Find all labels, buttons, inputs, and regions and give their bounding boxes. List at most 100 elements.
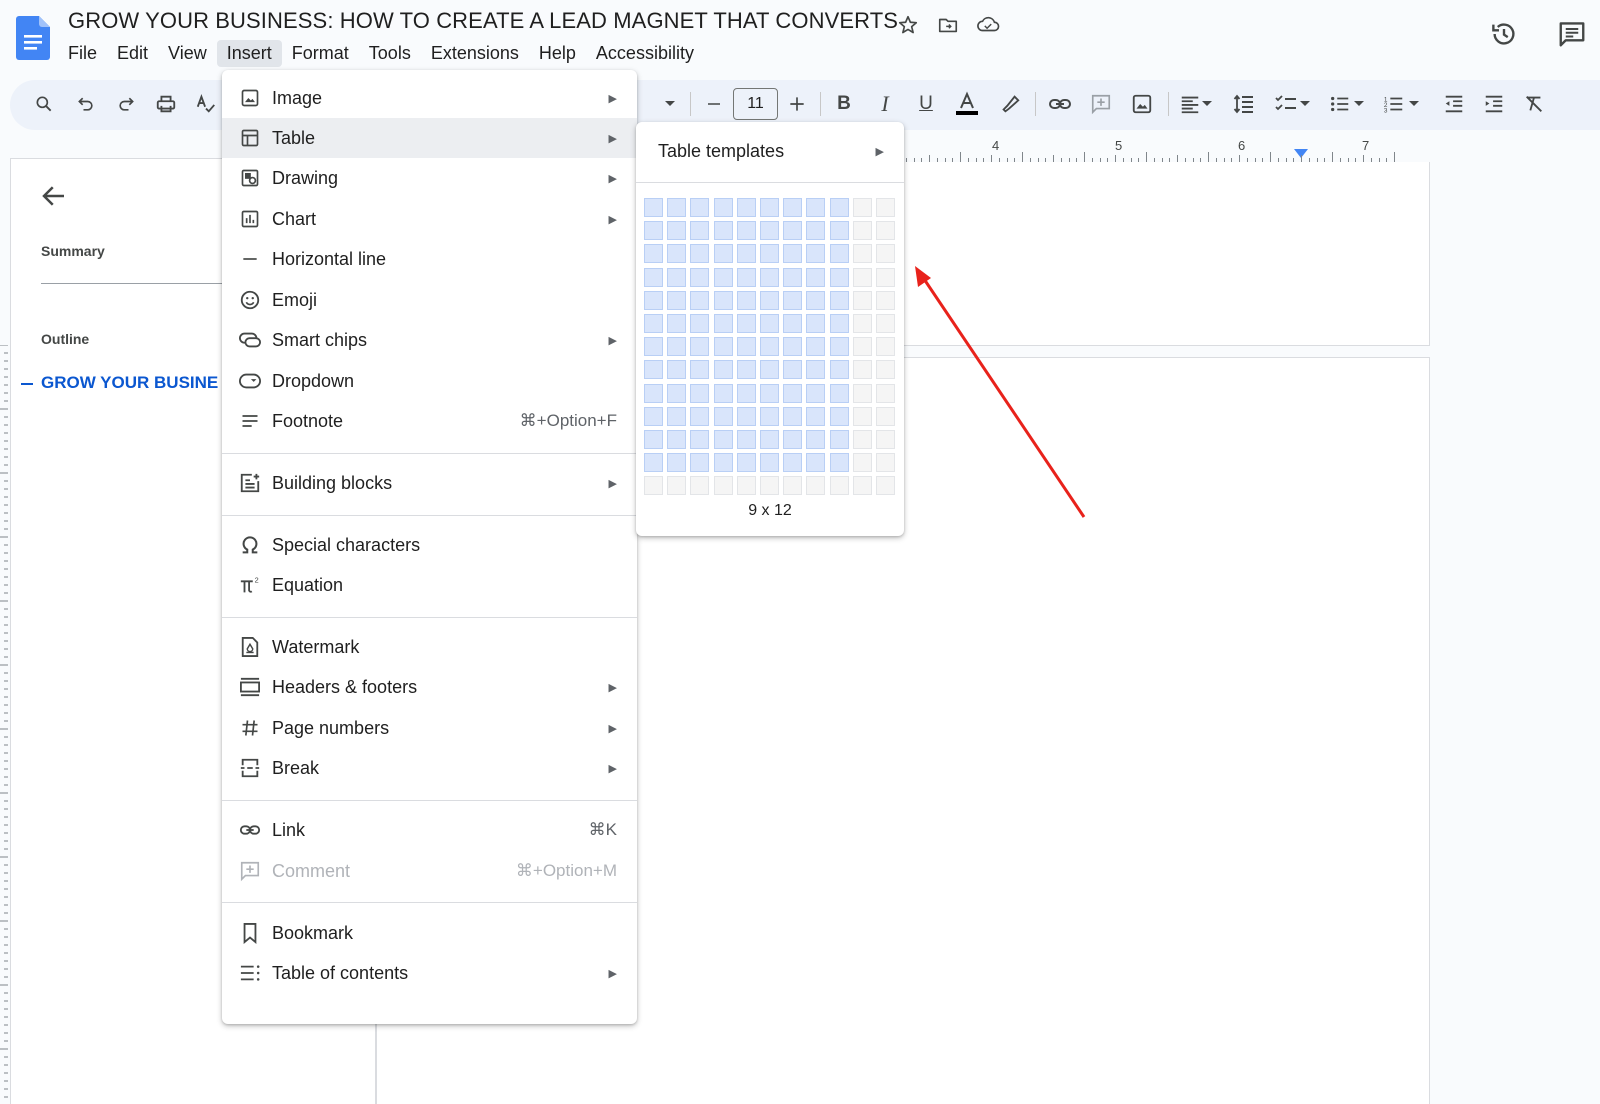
grid-cell-selected[interactable]: [829, 430, 849, 449]
grid-cell-selected[interactable]: [667, 430, 687, 449]
menu-item-link[interactable]: Link ⌘K: [222, 810, 637, 850]
font-size-input[interactable]: 11: [733, 88, 778, 120]
grid-cell[interactable]: [806, 476, 826, 496]
grid-cell[interactable]: [876, 337, 895, 357]
menu-item-footnote[interactable]: Footnote ⌘+Option+F: [222, 401, 637, 441]
back-arrow-icon[interactable]: [39, 181, 69, 211]
grid-cell-selected[interactable]: [783, 314, 803, 333]
grid-cell[interactable]: [876, 198, 895, 217]
grid-cell-selected[interactable]: [690, 360, 710, 380]
grid-cell-selected[interactable]: [690, 198, 710, 217]
menu-item-building-blocks[interactable]: Building blocks ▶: [222, 463, 637, 503]
grid-cell-selected[interactable]: [667, 337, 687, 357]
grid-cell-selected[interactable]: [644, 198, 663, 217]
grid-cell-selected[interactable]: [667, 267, 687, 287]
menu-format[interactable]: Format: [282, 40, 359, 67]
grid-cell-selected[interactable]: [806, 383, 826, 403]
checklist-caret-icon[interactable]: [1298, 90, 1312, 118]
grid-cell-selected[interactable]: [690, 314, 710, 333]
grid-cell[interactable]: [876, 221, 895, 241]
grid-cell-selected[interactable]: [644, 430, 663, 449]
grid-cell[interactable]: [736, 476, 756, 496]
increase-font-size-icon[interactable]: [783, 90, 811, 118]
grid-cell-selected[interactable]: [690, 337, 710, 357]
menu-item-dropdown[interactable]: Dropdown: [222, 361, 637, 401]
grid-cell-selected[interactable]: [806, 198, 826, 217]
grid-cell-selected[interactable]: [713, 430, 733, 449]
document-title[interactable]: GROW YOUR BUSINESS: HOW TO CREATE A LEAD…: [68, 8, 898, 34]
grid-cell-selected[interactable]: [783, 290, 803, 310]
menu-item-table[interactable]: Table ▶: [222, 118, 637, 158]
grid-cell-selected[interactable]: [713, 290, 733, 310]
grid-cell[interactable]: [852, 198, 872, 217]
insert-link-icon[interactable]: [1046, 90, 1074, 118]
grid-cell-selected[interactable]: [760, 430, 779, 449]
menu-edit[interactable]: Edit: [107, 40, 158, 67]
grid-cell-selected[interactable]: [644, 406, 663, 426]
grid-cell-selected[interactable]: [690, 383, 710, 403]
grid-cell-selected[interactable]: [829, 244, 849, 264]
font-dropdown-caret-icon[interactable]: [656, 90, 684, 118]
menu-item-emoji[interactable]: Emoji: [222, 280, 637, 320]
grid-cell-selected[interactable]: [690, 267, 710, 287]
grid-cell-selected[interactable]: [829, 290, 849, 310]
grid-cell-selected[interactable]: [806, 453, 826, 473]
grid-cell-selected[interactable]: [829, 314, 849, 333]
grid-cell-selected[interactable]: [736, 337, 756, 357]
grid-cell-selected[interactable]: [736, 430, 756, 449]
grid-cell-selected[interactable]: [760, 406, 779, 426]
grid-cell-selected[interactable]: [736, 244, 756, 264]
grid-cell[interactable]: [829, 476, 849, 496]
spellcheck-icon[interactable]: [192, 90, 220, 118]
menu-accessibility[interactable]: Accessibility: [586, 40, 704, 67]
align-caret-icon[interactable]: [1200, 90, 1214, 118]
menu-item-chart[interactable]: Chart ▶: [222, 199, 637, 239]
add-comment-icon[interactable]: [1087, 90, 1115, 118]
bulleted-list-caret-icon[interactable]: [1352, 90, 1366, 118]
grid-cell-selected[interactable]: [783, 360, 803, 380]
grid-cell[interactable]: [713, 476, 733, 496]
grid-cell-selected[interactable]: [667, 244, 687, 264]
grid-cell-selected[interactable]: [783, 267, 803, 287]
grid-cell-selected[interactable]: [690, 221, 710, 241]
grid-cell[interactable]: [852, 337, 872, 357]
grid-cell-selected[interactable]: [667, 314, 687, 333]
decrease-font-size-icon[interactable]: [700, 90, 728, 118]
grid-cell-selected[interactable]: [806, 406, 826, 426]
menu-extensions[interactable]: Extensions: [421, 40, 529, 67]
checklist-icon[interactable]: [1272, 90, 1300, 118]
grid-cell[interactable]: [852, 430, 872, 449]
grid-cell[interactable]: [876, 267, 895, 287]
grid-cell[interactable]: [876, 476, 895, 496]
version-history-icon[interactable]: [1488, 18, 1520, 50]
grid-cell-selected[interactable]: [690, 453, 710, 473]
grid-cell-selected[interactable]: [829, 198, 849, 217]
grid-cell-selected[interactable]: [806, 360, 826, 380]
grid-cell-selected[interactable]: [736, 314, 756, 333]
grid-cell-selected[interactable]: [644, 453, 663, 473]
docs-logo-icon[interactable]: [16, 16, 50, 60]
grid-cell-selected[interactable]: [760, 221, 779, 241]
bulleted-list-icon[interactable]: [1326, 90, 1354, 118]
search-menus-icon[interactable]: [30, 90, 58, 118]
grid-cell-selected[interactable]: [783, 221, 803, 241]
grid-cell-selected[interactable]: [806, 337, 826, 357]
grid-cell-selected[interactable]: [690, 406, 710, 426]
grid-cell-selected[interactable]: [829, 453, 849, 473]
document-page[interactable]: [895, 162, 1430, 346]
grid-cell[interactable]: [852, 383, 872, 403]
grid-cell[interactable]: [852, 314, 872, 333]
grid-cell-selected[interactable]: [644, 267, 663, 287]
increase-indent-icon[interactable]: [1480, 90, 1508, 118]
menu-item-image[interactable]: Image ▶: [222, 78, 637, 118]
grid-cell-selected[interactable]: [667, 360, 687, 380]
grid-cell-selected[interactable]: [760, 244, 779, 264]
grid-cell-selected[interactable]: [806, 290, 826, 310]
grid-cell-selected[interactable]: [713, 406, 733, 426]
clear-formatting-icon[interactable]: [1520, 90, 1548, 118]
menu-tools[interactable]: Tools: [359, 40, 421, 67]
numbered-list-icon[interactable]: 123: [1380, 90, 1408, 118]
grid-cell-selected[interactable]: [760, 267, 779, 287]
grid-cell-selected[interactable]: [667, 198, 687, 217]
grid-cell[interactable]: [876, 360, 895, 380]
